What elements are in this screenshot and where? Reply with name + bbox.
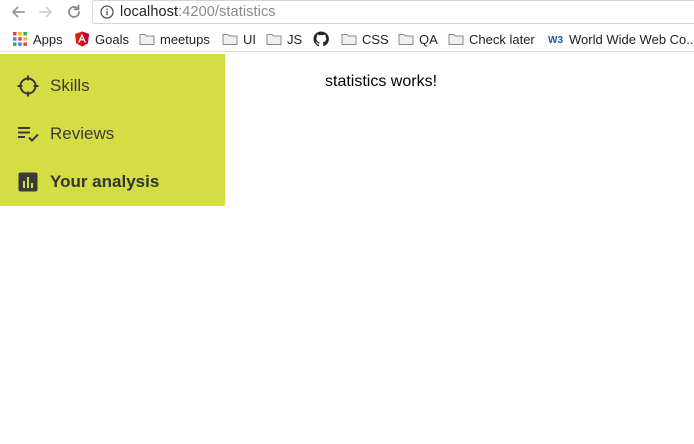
playlist-check-icon [16,122,40,146]
folder-icon [448,34,464,45]
sidebar-item-reviews[interactable]: Reviews [0,110,225,158]
sidebar-item-label: Skills [50,76,90,95]
bookmark-goals[interactable]: Goals [74,30,129,48]
url-path: :4200/statistics [178,4,276,20]
svg-text:W3: W3 [548,35,563,46]
bookmark-qa[interactable]: QA [398,30,438,48]
bookmark-label: UI [243,31,256,47]
folder-icon [341,34,357,45]
bookmark-check-later[interactable]: Check later [448,30,535,48]
folder-icon [139,34,155,45]
bookmark-label: CSS [362,31,389,47]
arrow-left-icon [12,6,25,18]
bookmark-github[interactable] [313,30,329,48]
address-bar[interactable]: localhost:4200/statistics [92,0,694,24]
bookmark-meetups[interactable]: meetups [139,30,210,48]
crosshair-icon [16,74,40,98]
arrow-right-icon [39,6,52,18]
github-icon [313,31,329,47]
folder-icon [266,34,282,45]
bookmarks-bar: Apps Goals meetups UI JS CSS QA Check la… [0,26,694,52]
bookmark-label: QA [419,31,438,47]
bookmark-label: meetups [160,31,210,47]
browser-toolbar: localhost:4200/statistics [0,0,694,25]
bookmark-ui[interactable]: UI [222,30,256,48]
bookmark-css[interactable]: CSS [341,30,389,48]
bar-chart-icon [16,170,40,194]
sidebar: Skills Reviews Your analysis [0,54,225,206]
bookmark-w3c[interactable]: W3 World Wide Web Co... [548,30,694,48]
bookmark-label: Apps [33,31,63,47]
bookmark-label: Goals [95,31,129,47]
angular-icon [75,31,89,47]
forward-button[interactable] [36,2,56,22]
sidebar-item-label: Reviews [50,124,115,143]
bookmark-label: World Wide Web Co... [569,31,694,47]
page-message: statistics works! [325,73,438,90]
reload-icon [68,4,80,18]
bookmark-js[interactable]: JS [266,30,302,48]
bookmark-label: Check later [469,31,535,47]
sidebar-item-your-analysis[interactable]: Your analysis [0,158,225,206]
info-icon[interactable] [100,5,114,19]
folder-icon [222,34,238,45]
url-text: localhost:4200/statistics [120,4,276,20]
sidebar-item-skills[interactable]: Skills [0,62,225,110]
sidebar-item-label: Your analysis [50,172,160,191]
w3c-icon: W3 [548,35,563,46]
reload-button[interactable] [64,2,84,22]
folder-icon [398,34,414,45]
url-host: localhost [120,4,179,20]
bookmark-label: JS [287,31,303,47]
apps-grid-icon [13,32,27,46]
bookmark-apps[interactable]: Apps [12,30,63,48]
back-button[interactable] [8,2,28,22]
